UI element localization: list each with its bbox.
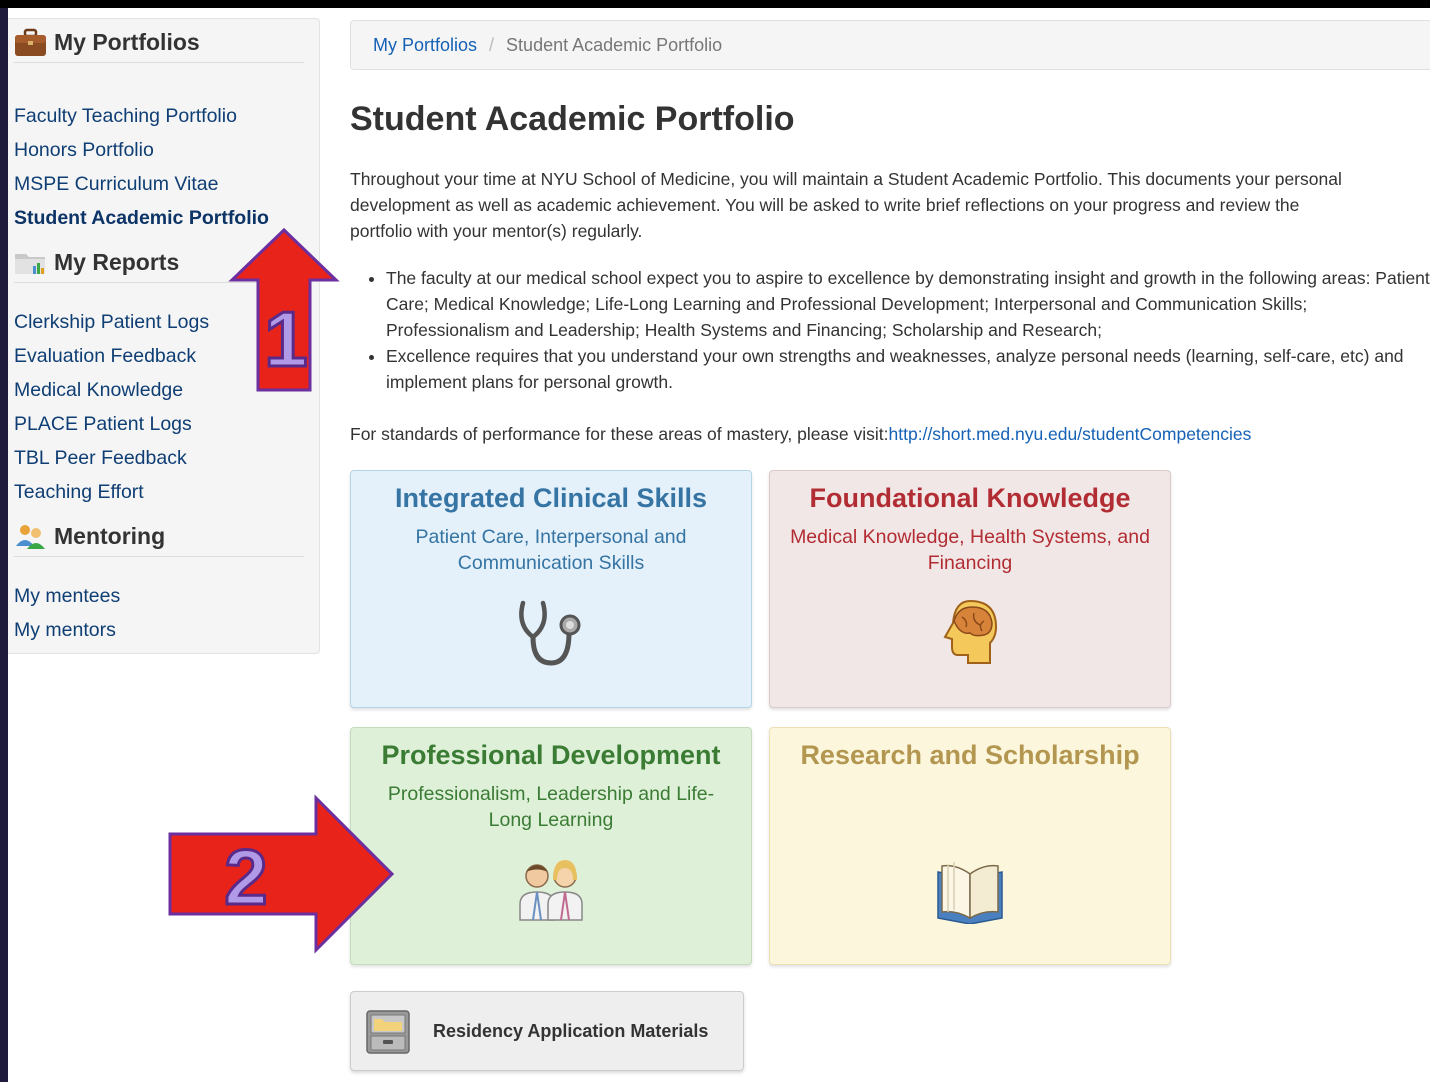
brain-head-icon (940, 599, 1000, 672)
page-title: Student Academic Portfolio (350, 100, 795, 138)
breadcrumb-separator: / (489, 34, 495, 55)
sidebar-item-my-mentees[interactable]: My mentees (14, 579, 314, 613)
mentoring-header-label: Mentoring (54, 523, 166, 549)
portfolios-header-label: My Portfolios (54, 29, 200, 55)
tile-research-and-scholarship[interactable]: Research and Scholarship (769, 727, 1171, 965)
open-book-icon (934, 856, 1006, 929)
sidebar-item-place-patient-logs[interactable]: PLACE Patient Logs (14, 407, 314, 441)
folder-chart-icon (14, 248, 47, 278)
mentoring-list: My mentees My mentors (14, 579, 314, 647)
tile-subtitle: Medical Knowledge, Health Systems, and F… (790, 526, 1150, 574)
portfolios-header: My Portfolios (14, 23, 304, 63)
residency-application-materials-button[interactable]: Residency Application Materials (350, 991, 744, 1071)
tile-title: Integrated Clinical Skills (394, 483, 708, 513)
sidebar-item-my-mentors[interactable]: My mentors (14, 613, 314, 647)
bullet-item: The faculty at our medical school expect… (386, 265, 1430, 343)
page: My Portfolios Faculty Teaching Portfolio… (8, 8, 1430, 1082)
breadcrumb-current: Student Academic Portfolio (506, 34, 723, 55)
briefcase-icon (14, 28, 47, 58)
tile-professional-development[interactable]: Professional Development Professionalism… (350, 727, 752, 965)
people-icon (14, 522, 47, 552)
bullet-item: Excellence requires that you understand … (386, 343, 1430, 395)
doctors-icon (516, 858, 586, 927)
stethoscope-icon (513, 597, 589, 674)
tile-title: Research and Scholarship (800, 740, 1140, 770)
file-cabinet-icon (365, 1007, 411, 1055)
annotation-number-2: 2 (224, 833, 267, 921)
residency-button-label: Residency Application Materials (433, 1020, 709, 1041)
breadcrumb: My Portfolios / Student Academic Portfol… (350, 20, 1430, 70)
mentoring-header: Mentoring (14, 517, 304, 557)
tile-title: Professional Development (381, 740, 721, 770)
tile-subtitle: Professionalism, Leadership and Life-Lon… (387, 783, 715, 831)
sidebar-item-faculty-teaching-portfolio[interactable]: Faculty Teaching Portfolio (14, 99, 314, 133)
top-black-bar (0, 0, 1430, 8)
portfolios-list: Faculty Teaching Portfolio Honors Portfo… (14, 99, 314, 235)
reports-header-label: My Reports (54, 249, 180, 275)
annotation-arrow-2: 2 (168, 794, 395, 954)
standards-text: For standards of performance for these a… (350, 424, 889, 444)
tile-integrated-clinical-skills[interactable]: Integrated Clinical Skills Patient Care,… (350, 470, 752, 708)
competency-bullets: The faculty at our medical school expect… (366, 265, 1430, 395)
tile-title: Foundational Knowledge (809, 483, 1131, 513)
intro-paragraph: Throughout your time at NYU School of Me… (350, 169, 1342, 241)
sidebar-item-honors-portfolio[interactable]: Honors Portfolio (14, 133, 314, 167)
sidebar-item-tbl-peer-feedback[interactable]: TBL Peer Feedback (14, 441, 314, 475)
tile-subtitle: Patient Care, Interpersonal and Communic… (415, 526, 687, 574)
annotation-number-1: 1 (264, 295, 307, 383)
tile-foundational-knowledge[interactable]: Foundational Knowledge Medical Knowledge… (769, 470, 1171, 708)
standards-line: For standards of performance for these a… (350, 421, 1251, 447)
sidebar-item-mspe-curriculum-vitae[interactable]: MSPE Curriculum Vitae (14, 167, 314, 201)
annotation-arrow-1: 1 (228, 227, 340, 392)
breadcrumb-my-portfolios[interactable]: My Portfolios (373, 35, 477, 56)
standards-link[interactable]: http://short.med.nyu.edu/studentCompeten… (889, 424, 1252, 444)
sidebar-item-teaching-effort[interactable]: Teaching Effort (14, 475, 314, 509)
